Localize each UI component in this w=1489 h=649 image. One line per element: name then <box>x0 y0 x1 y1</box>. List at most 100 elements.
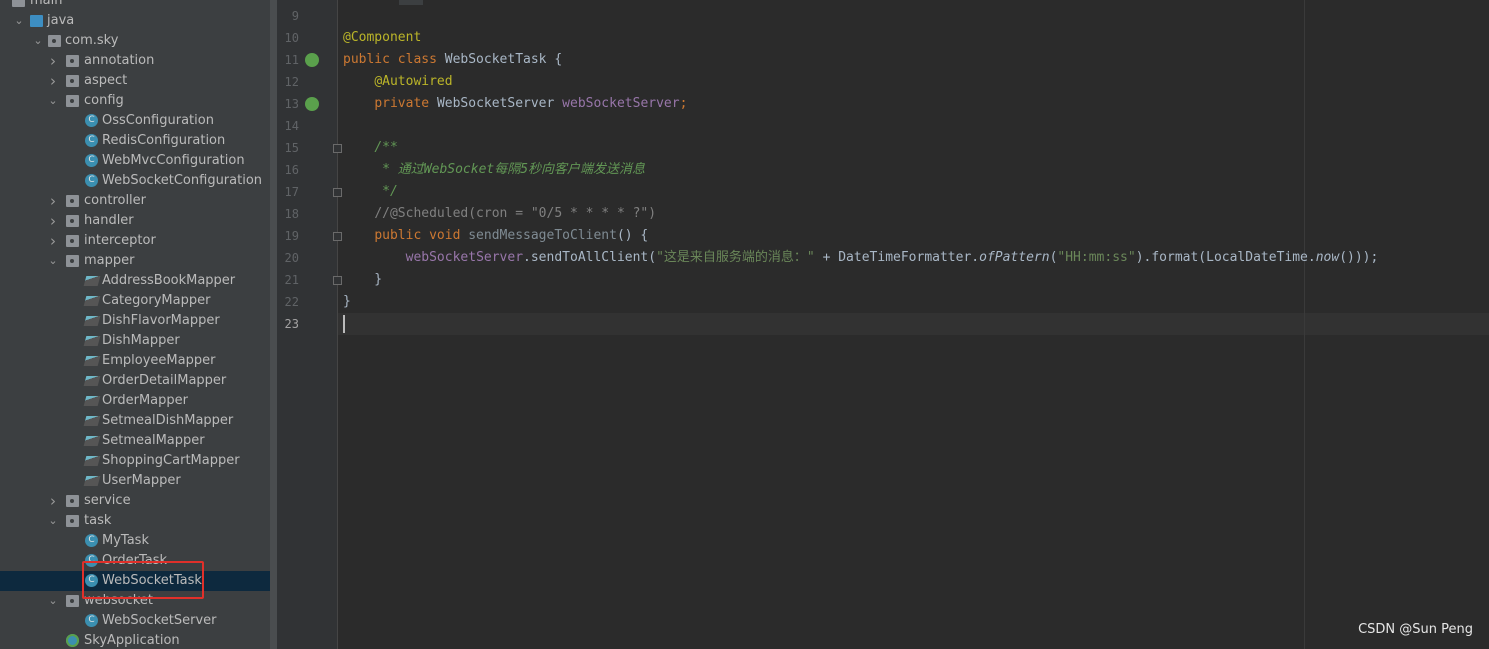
line-number: 15 <box>284 141 299 155</box>
package-icon <box>66 495 79 507</box>
tree-item-websocketconfiguration[interactable]: C WebSocketConfiguration <box>0 171 270 191</box>
tree-item-redisconfiguration[interactable]: C RedisConfiguration <box>0 131 270 151</box>
tree-item-service[interactable]: › service <box>0 491 270 511</box>
tree-item-mapper[interactable]: ⌄ mapper <box>0 251 270 271</box>
mapper-interface-icon <box>83 456 101 466</box>
chevron-down-icon[interactable]: ⌄ <box>13 11 25 31</box>
tree-item-controller[interactable]: › controller <box>0 191 270 211</box>
tree-item-label: SetmealDishMapper <box>102 413 234 428</box>
tree-item-addressbookmapper[interactable]: AddressBookMapper <box>0 271 270 291</box>
code-token: ).format(LocalDateTime. <box>1135 250 1316 265</box>
tree-item-label: main <box>30 0 63 8</box>
current-line-highlight <box>338 313 1489 335</box>
code-line[interactable]: @Component <box>343 27 421 49</box>
code-line[interactable]: @Autowired <box>343 71 453 93</box>
tree-item-interceptor[interactable]: › interceptor <box>0 231 270 251</box>
tree-item-websocketserver[interactable]: C WebSocketServer <box>0 611 270 631</box>
tree-item-aspect[interactable]: › aspect <box>0 71 270 91</box>
tree-item-setmealmapper[interactable]: SetmealMapper <box>0 431 270 451</box>
code-token: "HH:mm:ss" <box>1057 250 1136 265</box>
tree-item-usermapper[interactable]: UserMapper <box>0 471 270 491</box>
watermark: CSDN @Sun Peng <box>1358 622 1473 637</box>
tree-item-java[interactable]: ⌄ java <box>0 11 270 31</box>
code-line[interactable]: * 通过WebSocket每隔5秒向客户端发送消息 <box>343 159 645 181</box>
spring-bean-icon[interactable] <box>305 53 319 67</box>
tree-item-config[interactable]: ⌄ config <box>0 91 270 111</box>
code-line[interactable]: /** <box>343 137 398 159</box>
code-token: @Autowired <box>374 74 453 89</box>
line-number: 18 <box>284 207 299 221</box>
tree-item-ossconfiguration[interactable]: C OssConfiguration <box>0 111 270 131</box>
tree-item-annotation[interactable]: › annotation <box>0 51 270 71</box>
tree-item-label: MyTask <box>102 533 149 548</box>
chevron-right-icon[interactable]: › <box>47 491 59 511</box>
code-token: /** <box>374 140 398 155</box>
tree-item-main[interactable]: main <box>0 0 270 11</box>
tree-item-orderdetailmapper[interactable]: OrderDetailMapper <box>0 371 270 391</box>
tree-item-shoppingcartmapper[interactable]: ShoppingCartMapper <box>0 451 270 471</box>
mapper-interface-icon <box>83 416 101 426</box>
chevron-right-icon[interactable]: › <box>47 211 59 231</box>
code-line[interactable]: } <box>343 291 351 313</box>
tree-item-label: CategoryMapper <box>102 293 211 308</box>
tree-item-label: AddressBookMapper <box>102 273 236 288</box>
tree-item-skyapplication[interactable]: SkyApplication <box>0 631 270 649</box>
chevron-down-icon[interactable]: ⌄ <box>47 251 59 271</box>
code-token: WebSocketTask { <box>444 52 563 67</box>
chevron-right-icon[interactable]: › <box>47 191 59 211</box>
line-number: 22 <box>284 295 299 309</box>
package-icon <box>66 235 79 247</box>
tree-item-label: RedisConfiguration <box>102 133 226 148</box>
code-line[interactable]: public class WebSocketTask { <box>343 49 562 71</box>
code-line[interactable]: */ <box>343 181 398 203</box>
chevron-down-icon[interactable]: ⌄ <box>47 511 59 531</box>
line-number: 19 <box>284 229 299 243</box>
tree-item-dishmapper[interactable]: DishMapper <box>0 331 270 351</box>
fold-marker-icon[interactable] <box>333 276 342 285</box>
fold-marker-icon[interactable] <box>333 232 342 241</box>
code-line[interactable]: webSocketServer.sendToAllClient("这是来自服务端… <box>343 247 1379 269</box>
tree-item-webmvcconfiguration[interactable]: C WebMvcConfiguration <box>0 151 270 171</box>
chevron-down-icon[interactable]: ⌄ <box>32 31 44 51</box>
tree-item-label: SkyApplication <box>84 633 180 648</box>
tree-item-task[interactable]: ⌄ task <box>0 511 270 531</box>
tree-item-label: UserMapper <box>102 473 181 488</box>
code-token: WebSocketServer <box>436 96 563 111</box>
code-token: webSocketServer <box>562 96 680 111</box>
mapper-interface-icon <box>83 296 101 306</box>
chevron-right-icon[interactable]: › <box>47 71 59 91</box>
code-line[interactable]: //@Scheduled(cron = "0/5 * * * * ?") <box>343 203 656 225</box>
project-tree-scrollbar[interactable] <box>270 0 277 649</box>
mapper-interface-icon <box>83 356 101 366</box>
folder-icon <box>12 0 25 7</box>
tree-item-com.sky[interactable]: ⌄ com.sky <box>0 31 270 51</box>
mapper-interface-icon <box>83 436 101 446</box>
tree-item-employeemapper[interactable]: EmployeeMapper <box>0 351 270 371</box>
tree-item-dishflavormapper[interactable]: DishFlavorMapper <box>0 311 270 331</box>
mapper-interface-icon <box>83 376 101 386</box>
chevron-down-icon[interactable]: ⌄ <box>47 91 59 111</box>
chevron-right-icon[interactable]: › <box>47 51 59 71</box>
code-line[interactable]: } <box>343 269 382 291</box>
tree-item-handler[interactable]: › handler <box>0 211 270 231</box>
tree-item-categorymapper[interactable]: CategoryMapper <box>0 291 270 311</box>
code-line[interactable]: private WebSocketServer webSocketServer; <box>343 93 687 115</box>
chevron-right-icon[interactable]: › <box>47 231 59 251</box>
code-token: sendMessageToClient <box>468 228 617 243</box>
code-line[interactable]: public void sendMessageToClient() { <box>343 225 648 247</box>
line-number: 20 <box>284 251 299 265</box>
chevron-down-icon[interactable]: ⌄ <box>47 591 59 611</box>
autowired-navigate-icon[interactable] <box>305 97 319 111</box>
fold-marker-icon[interactable] <box>333 188 342 197</box>
line-number: 9 <box>291 9 299 23</box>
tree-item-mytask[interactable]: C MyTask <box>0 531 270 551</box>
fold-marker-icon[interactable] <box>333 144 342 153</box>
package-icon <box>66 595 79 607</box>
tree-item-setmealdishmapper[interactable]: SetmealDishMapper <box>0 411 270 431</box>
package-icon <box>66 195 79 207</box>
tree-item-label: DishMapper <box>102 333 180 348</box>
tree-item-ordermapper[interactable]: OrderMapper <box>0 391 270 411</box>
